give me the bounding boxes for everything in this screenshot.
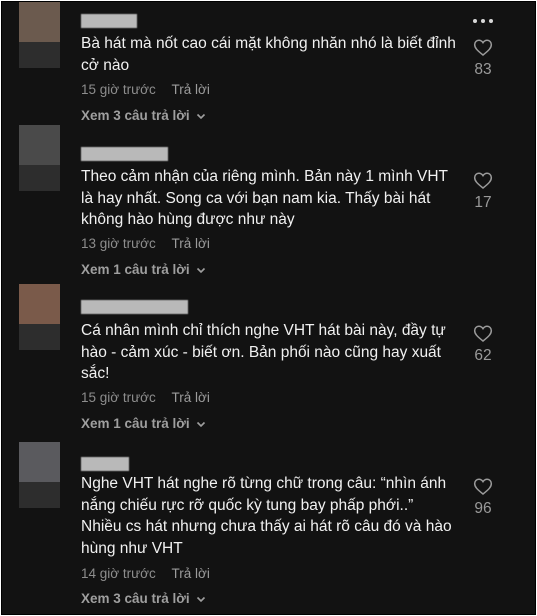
like-control[interactable]: 83: [471, 38, 495, 79]
like-count: 96: [474, 500, 492, 517]
chevron-down-icon: [196, 113, 205, 119]
reply-button[interactable]: Trả lời: [172, 82, 210, 97]
reply-button[interactable]: Trả lời: [172, 236, 210, 251]
heart-icon[interactable]: [473, 38, 493, 57]
comment-time: 15 giờ trước: [81, 82, 156, 97]
comments-panel: Bà hát mà nốt cao cái mặt không nhăn nhó…: [1, 1, 536, 615]
view-replies-button[interactable]: Xem 3 câu trả lời: [81, 591, 206, 606]
username-redacted[interactable]: [81, 457, 129, 471]
comment-meta: 14 giờ trước Trả lời: [81, 566, 210, 581]
comment-text: Bà hát mà nốt cao cái mặt không nhăn nhó…: [81, 35, 456, 74]
like-count: 62: [474, 347, 492, 364]
like-control[interactable]: 17: [471, 171, 495, 212]
view-replies-button[interactable]: Xem 1 câu trả lời: [81, 262, 206, 277]
view-replies-label: Xem 1 câu trả lời: [81, 262, 190, 277]
like-control[interactable]: 96: [471, 477, 495, 518]
username-redacted[interactable]: [81, 300, 188, 314]
avatar[interactable]: [19, 125, 60, 191]
like-control[interactable]: 62: [471, 324, 495, 365]
view-replies-button[interactable]: Xem 3 câu trả lời: [81, 108, 206, 123]
like-count: 17: [474, 194, 492, 211]
comment-meta: 15 giờ trước Trả lời: [81, 390, 210, 405]
chevron-down-icon: [196, 421, 205, 427]
comment-time: 15 giờ trước: [81, 390, 156, 405]
comment-text: Cá nhân mình chỉ thích nghe VHT hát bài …: [81, 322, 446, 382]
heart-icon[interactable]: [473, 171, 493, 190]
comment-meta: 15 giờ trước Trả lời: [81, 82, 210, 97]
reply-button[interactable]: Trả lời: [172, 390, 210, 405]
reply-button[interactable]: Trả lời: [172, 566, 210, 581]
heart-icon[interactable]: [473, 324, 493, 343]
comment-meta: 13 giờ trước Trả lời: [81, 236, 210, 251]
comment-text: Nghe VHT hát nghe rõ từng chữ trong câu:…: [81, 475, 452, 557]
avatar[interactable]: [19, 442, 60, 508]
comment-text: Theo cảm nhận của riêng mình. Bản này 1 …: [81, 168, 448, 228]
chevron-down-icon: [196, 596, 205, 602]
username-redacted[interactable]: [81, 14, 137, 28]
avatar[interactable]: [19, 2, 60, 68]
view-replies-label: Xem 1 câu trả lời: [81, 416, 190, 431]
username-redacted[interactable]: [81, 147, 168, 161]
view-replies-button[interactable]: Xem 1 câu trả lời: [81, 416, 206, 431]
more-options-icon[interactable]: [473, 19, 493, 23]
heart-icon[interactable]: [473, 477, 493, 496]
like-count: 83: [474, 61, 492, 78]
avatar[interactable]: [19, 284, 60, 350]
chevron-down-icon: [196, 267, 205, 273]
comment-time: 14 giờ trước: [81, 566, 156, 581]
comment-time: 13 giờ trước: [81, 236, 156, 251]
view-replies-label: Xem 3 câu trả lời: [81, 591, 190, 606]
view-replies-label: Xem 3 câu trả lời: [81, 108, 190, 123]
